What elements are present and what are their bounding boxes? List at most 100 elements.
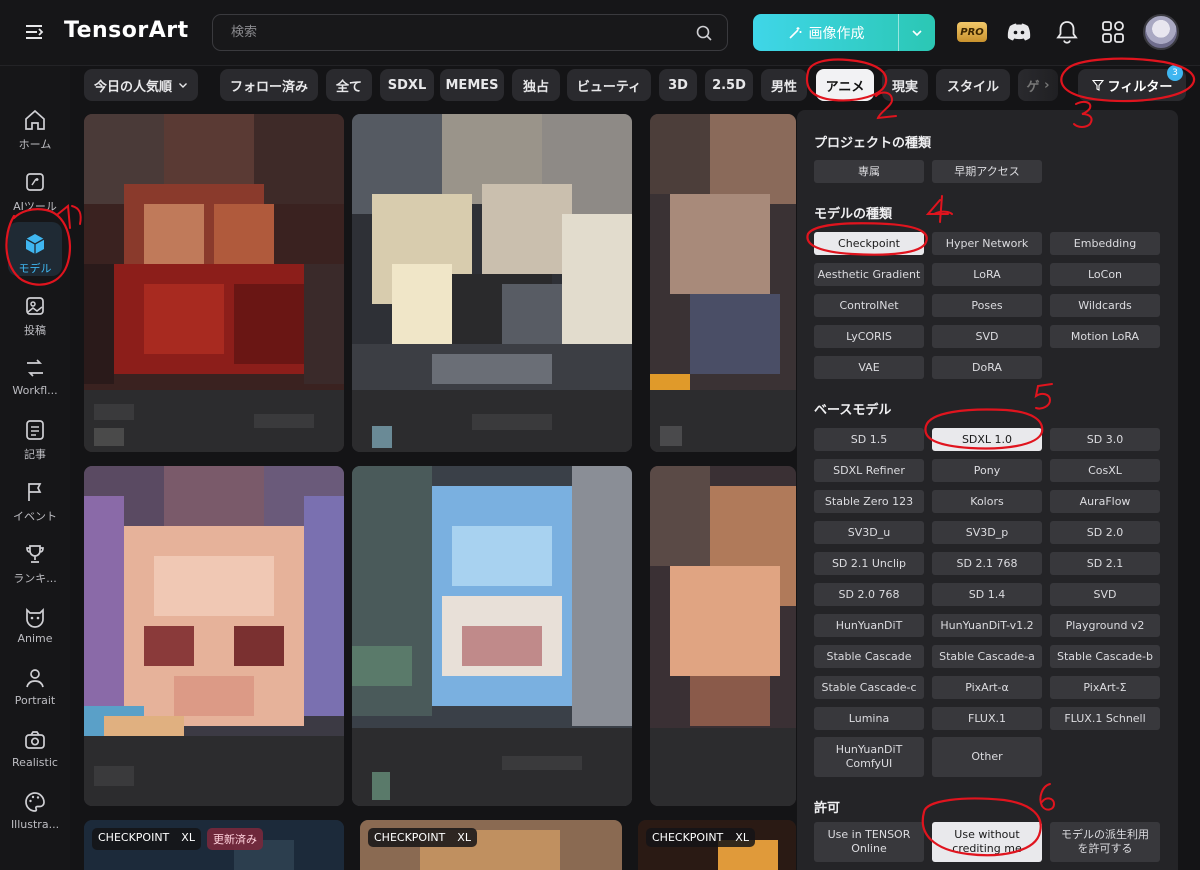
card-thumbnail bbox=[352, 114, 632, 452]
option-base-model[interactable]: SD 2.1 768 bbox=[932, 552, 1042, 575]
option-base-model[interactable]: Other bbox=[932, 737, 1042, 777]
discord-icon[interactable] bbox=[1005, 18, 1033, 46]
option-base-model[interactable]: Lumina bbox=[814, 707, 924, 730]
chip-memes[interactable]: MEMES bbox=[440, 69, 504, 101]
option-base-model[interactable]: SD 2.0 768 bbox=[814, 583, 924, 606]
chip-exclusive[interactable]: 独占 bbox=[512, 69, 560, 101]
option-wildcards[interactable]: Wildcards bbox=[1050, 294, 1160, 317]
sidebar-item-anime[interactable]: Anime bbox=[0, 600, 70, 660]
model-card[interactable] bbox=[84, 114, 344, 452]
search-icon[interactable] bbox=[695, 24, 713, 42]
option-base-model[interactable]: SD 1.4 bbox=[932, 583, 1042, 606]
option-base-model[interactable]: Kolors bbox=[932, 490, 1042, 513]
chip-male[interactable]: 男性 bbox=[761, 69, 807, 101]
option-base-model[interactable]: SDXL 1.0 bbox=[932, 428, 1042, 451]
option-base-model[interactable]: Stable Zero 123 bbox=[814, 490, 924, 513]
search-box[interactable] bbox=[212, 14, 728, 51]
option-base-model[interactable]: PixArt-α bbox=[932, 676, 1042, 699]
sidebar-item-articles[interactable]: 記事 bbox=[0, 414, 70, 474]
option-base-model[interactable]: SDXL Refiner bbox=[814, 459, 924, 482]
sidebar-item-realistic[interactable]: Realistic bbox=[0, 724, 70, 784]
create-image-main[interactable]: 画像作成 bbox=[753, 14, 898, 51]
option-checkpoint[interactable]: Checkpoint bbox=[814, 232, 924, 255]
logo[interactable]: TensorArt bbox=[64, 18, 189, 43]
option-base-model[interactable]: SD 1.5 bbox=[814, 428, 924, 451]
option-allow-derivatives[interactable]: モデルの派生利用を許可する bbox=[1050, 822, 1160, 862]
sidebar-item-workflow[interactable]: Workfl... bbox=[0, 352, 70, 412]
chip-sdxl[interactable]: SDXL bbox=[380, 69, 434, 101]
option-base-model[interactable]: Stable Cascade-a bbox=[932, 645, 1042, 668]
sidebar-item-ranking[interactable]: ランキ... bbox=[0, 538, 70, 598]
option-base-model[interactable]: HunYuanDiT ComfyUI bbox=[814, 737, 924, 777]
option-base-model[interactable]: SV3D_p bbox=[932, 521, 1042, 544]
model-card[interactable]: CHECKPOINT XL bbox=[638, 820, 796, 870]
sidebar-item-events[interactable]: イベント bbox=[0, 476, 70, 536]
avatar[interactable] bbox=[1143, 14, 1179, 50]
option-lora[interactable]: LoRA bbox=[932, 263, 1042, 286]
chip-all[interactable]: 全て bbox=[326, 69, 372, 101]
pro-badge[interactable]: PRO bbox=[957, 22, 987, 42]
option-aesthetic-gradient[interactable]: Aesthetic Gradient bbox=[814, 263, 924, 286]
chip-anime[interactable]: アニメ bbox=[816, 69, 874, 101]
sidebar-item-illustration[interactable]: Illustra... bbox=[0, 786, 70, 846]
option-base-model[interactable]: Stable Cascade-b bbox=[1050, 645, 1160, 668]
sidebar-item-portrait[interactable]: Portrait bbox=[0, 662, 70, 722]
option-base-model[interactable]: Playground v2 bbox=[1050, 614, 1160, 637]
option-vae[interactable]: VAE bbox=[814, 356, 924, 379]
create-dropdown-button[interactable] bbox=[898, 14, 935, 51]
create-image-button[interactable]: 画像作成 bbox=[753, 14, 935, 51]
sidebar-item-posts[interactable]: 投稿 bbox=[0, 290, 70, 350]
model-card[interactable]: CHECKPOINT XL 更新済み bbox=[84, 820, 344, 870]
sidebar-item-models[interactable]: モデル bbox=[0, 222, 70, 288]
model-card[interactable] bbox=[650, 466, 796, 806]
option-base-model[interactable]: SVD bbox=[1050, 583, 1160, 606]
option-locon[interactable]: LoCon bbox=[1050, 263, 1160, 286]
option-early-access[interactable]: 早期アクセス bbox=[932, 160, 1042, 183]
sidebar-item-ai-tools[interactable]: AIツール bbox=[0, 166, 70, 226]
sort-dropdown[interactable]: 今日の人気順 bbox=[84, 69, 198, 101]
option-base-model[interactable]: CosXL bbox=[1050, 459, 1160, 482]
chip-3d[interactable]: 3D bbox=[659, 69, 697, 101]
option-base-model[interactable]: SD 2.1 Unclip bbox=[814, 552, 924, 575]
option-base-model[interactable]: Stable Cascade-c bbox=[814, 676, 924, 699]
chip-2-5d[interactable]: 2.5D bbox=[705, 69, 753, 101]
model-card[interactable]: CHECKPOINT XL bbox=[360, 820, 622, 870]
model-card[interactable] bbox=[352, 466, 632, 806]
option-base-model[interactable]: FLUX.1 Schnell bbox=[1050, 707, 1160, 730]
option-base-model[interactable]: HunYuanDiT-v1.2 bbox=[932, 614, 1042, 637]
option-base-model[interactable]: SD 2.1 bbox=[1050, 552, 1160, 575]
option-dora[interactable]: DoRA bbox=[932, 356, 1042, 379]
option-base-model[interactable]: HunYuanDiT bbox=[814, 614, 924, 637]
model-card[interactable] bbox=[84, 466, 344, 806]
sidebar-item-home[interactable]: ホーム bbox=[0, 104, 70, 164]
option-svd-type[interactable]: SVD bbox=[932, 325, 1042, 348]
chip-beauty[interactable]: ビューティ bbox=[567, 69, 651, 101]
option-lycoris[interactable]: LyCORIS bbox=[814, 325, 924, 348]
option-controlnet[interactable]: ControlNet bbox=[814, 294, 924, 317]
option-base-model[interactable]: SD 3.0 bbox=[1050, 428, 1160, 451]
option-hyper-network[interactable]: Hyper Network bbox=[932, 232, 1042, 255]
model-card[interactable] bbox=[650, 114, 796, 452]
bell-icon[interactable] bbox=[1053, 18, 1081, 46]
chip-following[interactable]: フォロー済み bbox=[220, 69, 318, 101]
option-base-model[interactable]: AuraFlow bbox=[1050, 490, 1160, 513]
chip-game[interactable]: ゲ › bbox=[1018, 69, 1058, 101]
chip-real[interactable]: 現実 bbox=[882, 69, 928, 101]
option-base-model[interactable]: SV3D_u bbox=[814, 521, 924, 544]
option-embedding[interactable]: Embedding bbox=[1050, 232, 1160, 255]
apps-grid-icon[interactable] bbox=[1099, 18, 1127, 46]
option-poses[interactable]: Poses bbox=[932, 294, 1042, 317]
option-exclusive[interactable]: 専属 bbox=[814, 160, 924, 183]
option-base-model[interactable]: PixArt-Σ bbox=[1050, 676, 1160, 699]
chip-style[interactable]: スタイル bbox=[936, 69, 1010, 101]
option-use-without-crediting[interactable]: Use without crediting me bbox=[932, 822, 1042, 862]
menu-toggle-icon[interactable] bbox=[24, 22, 44, 42]
option-base-model[interactable]: Stable Cascade bbox=[814, 645, 924, 668]
option-motion-lora[interactable]: Motion LoRA bbox=[1050, 325, 1160, 348]
search-input[interactable] bbox=[213, 15, 727, 50]
option-use-online[interactable]: Use in TENSOR Online bbox=[814, 822, 924, 862]
model-card[interactable] bbox=[352, 114, 632, 452]
option-base-model[interactable]: Pony bbox=[932, 459, 1042, 482]
option-base-model[interactable]: SD 2.0 bbox=[1050, 521, 1160, 544]
option-base-model[interactable]: FLUX.1 bbox=[932, 707, 1042, 730]
